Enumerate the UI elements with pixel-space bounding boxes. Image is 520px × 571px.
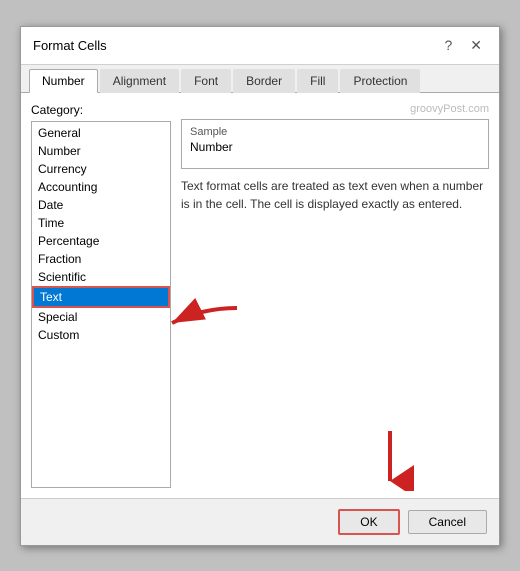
category-date[interactable]: Date xyxy=(32,196,170,214)
format-description: Text format cells are treated as text ev… xyxy=(181,177,489,488)
category-special[interactable]: Special xyxy=(32,308,170,326)
category-time[interactable]: Time xyxy=(32,214,170,232)
dialog-footer: OK Cancel xyxy=(21,498,499,545)
left-panel: Category: General Number Currency Accoun… xyxy=(31,103,171,488)
category-custom[interactable]: Custom xyxy=(32,326,170,344)
category-fraction[interactable]: Fraction xyxy=(32,250,170,268)
sample-label: Sample xyxy=(190,126,480,138)
tab-fill[interactable]: Fill xyxy=(297,69,338,93)
category-accounting[interactable]: Accounting xyxy=(32,178,170,196)
category-scientific[interactable]: Scientific xyxy=(32,268,170,286)
sample-value: Number xyxy=(190,140,480,154)
category-currency[interactable]: Currency xyxy=(32,160,170,178)
close-button[interactable]: ✕ xyxy=(465,35,487,56)
dialog-content: Category: General Number Currency Accoun… xyxy=(21,93,499,498)
watermark: groovyPost.com xyxy=(181,103,489,115)
format-cells-dialog: Format Cells ? ✕ Number Alignment Font B… xyxy=(20,26,500,546)
title-bar: Format Cells ? ✕ xyxy=(21,27,499,65)
dialog-title: Format Cells xyxy=(33,38,107,53)
help-button[interactable]: ? xyxy=(439,35,457,55)
category-text[interactable]: Text xyxy=(32,286,170,308)
tab-protection[interactable]: Protection xyxy=(340,69,420,93)
category-percentage[interactable]: Percentage xyxy=(32,232,170,250)
tab-border[interactable]: Border xyxy=(233,69,295,93)
tab-font[interactable]: Font xyxy=(181,69,231,93)
ok-button[interactable]: OK xyxy=(338,509,399,535)
cancel-button[interactable]: Cancel xyxy=(408,510,487,534)
category-number[interactable]: Number xyxy=(32,142,170,160)
title-bar-controls: ? ✕ xyxy=(439,35,487,56)
tab-number[interactable]: Number xyxy=(29,69,98,93)
tab-alignment[interactable]: Alignment xyxy=(100,69,179,93)
category-label: Category: xyxy=(31,103,171,117)
sample-box: Sample Number xyxy=(181,119,489,169)
category-general[interactable]: General xyxy=(32,124,170,142)
category-list[interactable]: General Number Currency Accounting Date … xyxy=(31,121,171,488)
right-panel: groovyPost.com Sample Number Text format… xyxy=(181,103,489,488)
tab-bar: Number Alignment Font Border Fill Protec… xyxy=(21,65,499,93)
